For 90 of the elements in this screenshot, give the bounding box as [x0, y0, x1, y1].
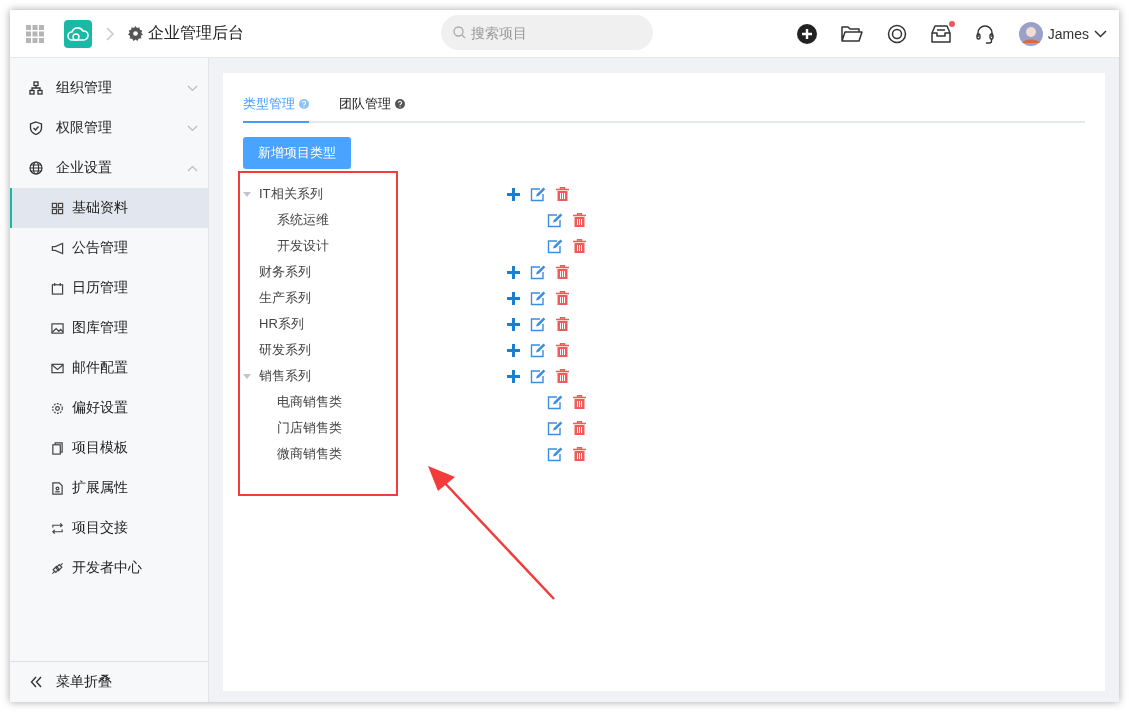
add-icon[interactable]: [507, 369, 520, 383]
tree-node-label[interactable]: HR系列: [259, 315, 304, 333]
sidebar-group[interactable]: 权限管理: [10, 108, 208, 148]
sidebar-group[interactable]: 组织管理: [10, 68, 208, 108]
tree-node-label[interactable]: 开发设计: [277, 237, 329, 255]
menu-item-icon: [51, 281, 64, 295]
settings-icon: [128, 26, 143, 41]
chevron-down-icon[interactable]: [1094, 29, 1107, 38]
delete-icon[interactable]: [573, 213, 586, 227]
tree-node-label[interactable]: 销售系列: [259, 367, 311, 385]
delete-icon[interactable]: [573, 239, 586, 253]
delete-icon[interactable]: [556, 187, 569, 201]
menu-item-icon: [51, 481, 64, 495]
delete-icon[interactable]: [573, 421, 586, 435]
tab[interactable]: 团队管理: [339, 89, 405, 123]
menu-item-icon: [29, 121, 43, 135]
edit-icon[interactable]: [530, 290, 546, 306]
tree-node-label[interactable]: 微商销售类: [277, 445, 342, 463]
delete-icon[interactable]: [573, 395, 586, 409]
collapse-menu-button[interactable]: 菜单折叠: [10, 661, 208, 702]
expand-caret-icon[interactable]: [243, 373, 251, 379]
expand-caret-icon[interactable]: [243, 191, 251, 197]
tree-node-label[interactable]: 系统运维: [277, 211, 329, 229]
tree-node-label[interactable]: 电商销售类: [277, 393, 342, 411]
search-icon: [453, 26, 466, 39]
apps-grid-icon[interactable]: [26, 24, 44, 43]
delete-icon[interactable]: [556, 343, 569, 357]
add-icon[interactable]: [507, 317, 520, 331]
lifebuoy-icon[interactable]: [886, 23, 907, 44]
app-title: 企业管理后台: [148, 23, 244, 43]
tree-node-label[interactable]: 生产系列: [259, 289, 311, 307]
edit-icon[interactable]: [530, 186, 546, 202]
sidebar-item[interactable]: 邮件配置: [10, 348, 208, 388]
delete-icon[interactable]: [556, 369, 569, 383]
tree-node-label[interactable]: 财务系列: [259, 263, 311, 281]
sidebar-item[interactable]: 扩展属性: [10, 468, 208, 508]
edit-icon[interactable]: [530, 264, 546, 280]
menu-item-icon: [51, 241, 64, 255]
add-icon[interactable]: [507, 187, 520, 201]
edit-icon[interactable]: [547, 238, 563, 254]
chevron-icon: [187, 124, 198, 132]
add-circle-icon[interactable]: [796, 23, 817, 44]
add-icon[interactable]: [507, 343, 520, 357]
menu-item-icon: [51, 561, 64, 575]
chevron-icon: [187, 164, 198, 172]
add-icon[interactable]: [507, 291, 520, 305]
edit-icon[interactable]: [547, 420, 563, 436]
sidebar-item[interactable]: 公告管理: [10, 228, 208, 268]
sidebar-item[interactable]: 图库管理: [10, 308, 208, 348]
headset-icon[interactable]: [974, 23, 995, 44]
edit-icon[interactable]: [547, 212, 563, 228]
sidebar-item[interactable]: 项目交接: [10, 508, 208, 548]
sidebar-item[interactable]: 日历管理: [10, 268, 208, 308]
double-chevron-left-icon: [30, 676, 42, 688]
delete-icon[interactable]: [556, 317, 569, 331]
edit-icon[interactable]: [547, 446, 563, 462]
tree-node-label[interactable]: 研发系列: [259, 341, 311, 359]
folder-icon[interactable]: [840, 24, 863, 43]
menu-item-icon: [51, 361, 64, 375]
sidebar-item[interactable]: 基础资料: [10, 188, 208, 228]
chevron-icon: [187, 84, 198, 92]
edit-icon[interactable]: [530, 316, 546, 332]
menu-item-icon: [51, 321, 64, 335]
inbox-icon[interactable]: [930, 24, 951, 43]
delete-icon[interactable]: [556, 291, 569, 305]
tree-node-label[interactable]: IT相关系列: [259, 185, 323, 203]
help-icon: [395, 99, 405, 109]
menu-item-icon: [51, 441, 64, 455]
menu-item-icon: [51, 401, 64, 415]
tree-node-label[interactable]: 门店销售类: [277, 419, 342, 437]
menu-item-icon: [29, 81, 43, 95]
edit-icon[interactable]: [547, 394, 563, 410]
delete-icon[interactable]: [573, 447, 586, 461]
user-name[interactable]: James: [1047, 25, 1089, 42]
sidebar-item[interactable]: 偏好设置: [10, 388, 208, 428]
cloud-logo-icon: [64, 19, 92, 48]
sidebar-item[interactable]: 开发者中心: [10, 548, 208, 588]
sidebar-item[interactable]: 项目模板: [10, 428, 208, 468]
sidebar-group[interactable]: 企业设置: [10, 148, 208, 188]
menu-item-icon: [51, 521, 64, 535]
add-icon[interactable]: [507, 265, 520, 279]
edit-icon[interactable]: [530, 368, 546, 384]
avatar-icon[interactable]: [1018, 21, 1043, 46]
search-field[interactable]: 搜索项目: [441, 15, 653, 50]
delete-icon[interactable]: [556, 265, 569, 279]
menu-item-icon: [29, 161, 43, 175]
menu-item-icon: [51, 201, 64, 215]
chevron-right-icon: [106, 26, 114, 41]
help-icon: [299, 99, 309, 109]
edit-icon[interactable]: [530, 342, 546, 358]
